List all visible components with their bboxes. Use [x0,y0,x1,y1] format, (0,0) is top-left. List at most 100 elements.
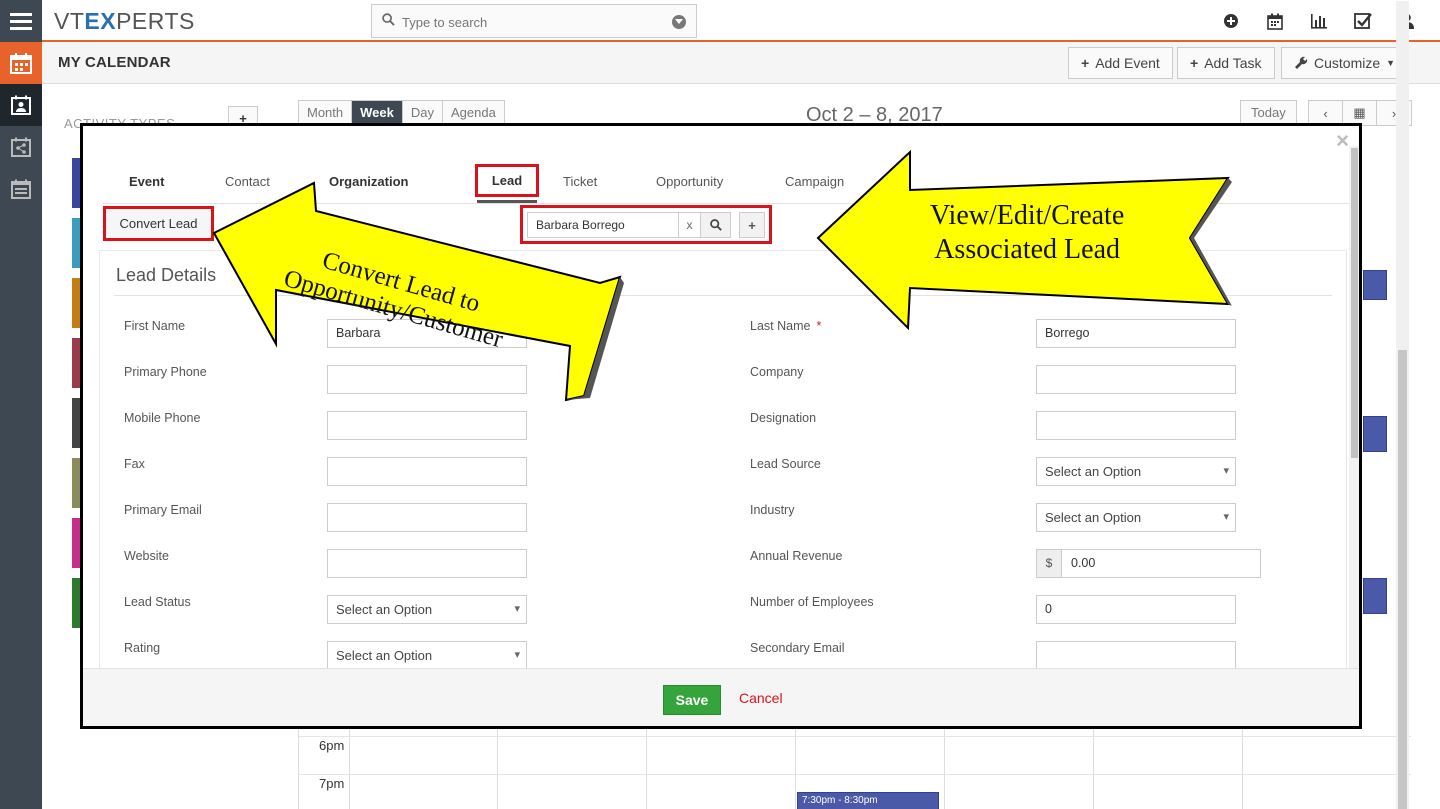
search-icon [382,13,395,26]
lead-reference-input[interactable]: Barbara Borrego [527,212,679,238]
quick-edit-modal: × Event Contact Organization Lead Ticket… [80,123,1362,729]
nav-my-calendar[interactable] [0,84,42,126]
share-calendar-icon [11,137,31,157]
today-button[interactable]: Today [1240,100,1297,125]
number-of-employees-field[interactable]: 0 [1036,595,1236,624]
search-icon [709,219,722,231]
search-lead-button[interactable] [701,212,731,238]
lead-source-select[interactable]: Select an Option [1036,457,1236,486]
calendar-event[interactable] [1363,270,1387,300]
left-nav [0,42,42,809]
required-mark: * [816,319,822,333]
tab-contact[interactable]: Contact [225,174,270,189]
time-label: 6pm [319,738,345,753]
calendar-event[interactable] [1363,416,1387,452]
reports-icon[interactable] [1308,11,1330,31]
fax-field[interactable] [327,457,527,486]
website-field[interactable] [327,549,527,578]
customize-button[interactable]: Customize ▼ [1281,47,1409,79]
add-event-button[interactable]: + Add Event [1068,47,1173,79]
nav-list-calendar[interactable] [0,168,42,210]
annotation-associated-lead: View/Edit/Create Associated Lead [930,200,1125,265]
save-button[interactable]: Save [663,685,721,715]
field-label: Mobile Phone [124,411,201,425]
top-bar: VTEXPERTS [0,0,1440,42]
calendar-view-tabs: Month Week Day Agenda [298,100,505,125]
page-scrollbar-thumb[interactable] [1398,350,1407,809]
annual-revenue-field[interactable]: $0.00 [1036,549,1261,578]
field-label: Company [750,365,804,379]
search-dropdown-icon[interactable] [672,15,686,29]
field-label: Primary Phone [124,365,207,379]
field-label: Secondary Email [750,641,845,655]
field-label: Fax [124,457,145,471]
calendar-event[interactable] [1363,578,1387,614]
page-title: MY CALENDAR [58,54,171,71]
convert-lead-button[interactable]: Convert Lead [103,206,214,241]
field-label: Industry [750,503,795,517]
app-logo[interactable]: VTEXPERTS [54,8,195,35]
date-picker-icon[interactable]: ▦ [1343,101,1377,125]
nav-shared-calendar[interactable] [0,126,42,168]
calendar-list-icon [11,179,31,199]
tasks-icon[interactable] [1352,11,1374,31]
close-icon[interactable]: × [1336,128,1349,154]
rating-select[interactable]: Select an Option [327,641,527,670]
tab-campaign[interactable]: Campaign [785,174,844,189]
tab-event[interactable]: Event [129,174,164,189]
search-input[interactable] [402,12,662,32]
create-lead-button[interactable]: + [739,212,765,238]
time-label: 7pm [319,776,345,791]
field-label: Number of Employees [750,595,874,609]
lead-picker: Barbara Borrego x + [520,205,772,244]
modal-scrollbar-thumb[interactable] [1351,148,1358,458]
secondary-email-field[interactable] [1036,641,1236,670]
menu-icon[interactable] [0,0,42,42]
field-label: Lead Source [750,457,821,471]
activity-type-swatch[interactable] [72,218,80,268]
tab-opportunity[interactable]: Opportunity [656,174,723,189]
activity-type-swatch[interactable] [72,338,80,388]
industry-select[interactable]: Select an Option [1036,503,1236,532]
modal-footer: Save Cancel [83,668,1359,726]
activity-type-swatch[interactable] [72,278,80,328]
clear-lead-button[interactable]: x [679,212,701,238]
tab-ticket[interactable]: Ticket [563,174,597,189]
active-tab-indicator [477,200,537,203]
activity-type-swatch[interactable] [72,518,80,568]
calendar-icon[interactable] [1264,11,1286,31]
tab-organization[interactable]: Organization [329,174,408,189]
plus-icon: + [1190,55,1199,71]
activity-type-swatch[interactable] [72,158,80,208]
lead-details-panel: Lead Details First Name Barbara Primary Ph… [99,250,1347,670]
activity-type-swatch[interactable] [72,578,80,628]
field-label: Annual Revenue [750,549,843,563]
primary-phone-field[interactable] [327,365,527,394]
view-month-tab[interactable]: Month [299,101,353,124]
view-agenda-tab[interactable]: Agenda [443,101,504,124]
global-search[interactable] [371,4,697,38]
mobile-phone-field[interactable] [327,411,527,440]
view-week-tab[interactable]: Week [352,101,403,124]
primary-email-field[interactable] [327,503,527,532]
add-task-button[interactable]: + Add Task [1177,47,1275,79]
field-label: First Name [124,319,186,333]
related-tabs: Event Contact Organization Lead Ticket O… [103,164,1349,204]
last-name-field[interactable]: Borrego [1036,319,1236,348]
currency-value: 0.00 [1071,556,1096,570]
prev-button[interactable]: ‹ [1309,101,1343,125]
field-label: Lead Status [124,595,191,609]
currency-symbol: $ [1037,550,1062,577]
calendar-event[interactable]: 7:30pm - 8:30pm [797,792,939,809]
nav-calendar[interactable] [0,42,42,84]
activity-type-swatch[interactable] [72,398,80,448]
view-day-tab[interactable]: Day [402,101,443,124]
field-label: Designation [750,411,817,425]
company-field[interactable] [1036,365,1236,394]
cancel-button[interactable]: Cancel [739,690,783,706]
tab-lead[interactable]: Lead [475,164,539,197]
designation-field[interactable] [1036,411,1236,440]
activity-type-swatch[interactable] [72,458,80,508]
lead-status-select[interactable]: Select an Option [327,595,527,624]
quick-create-icon[interactable] [1220,11,1242,31]
